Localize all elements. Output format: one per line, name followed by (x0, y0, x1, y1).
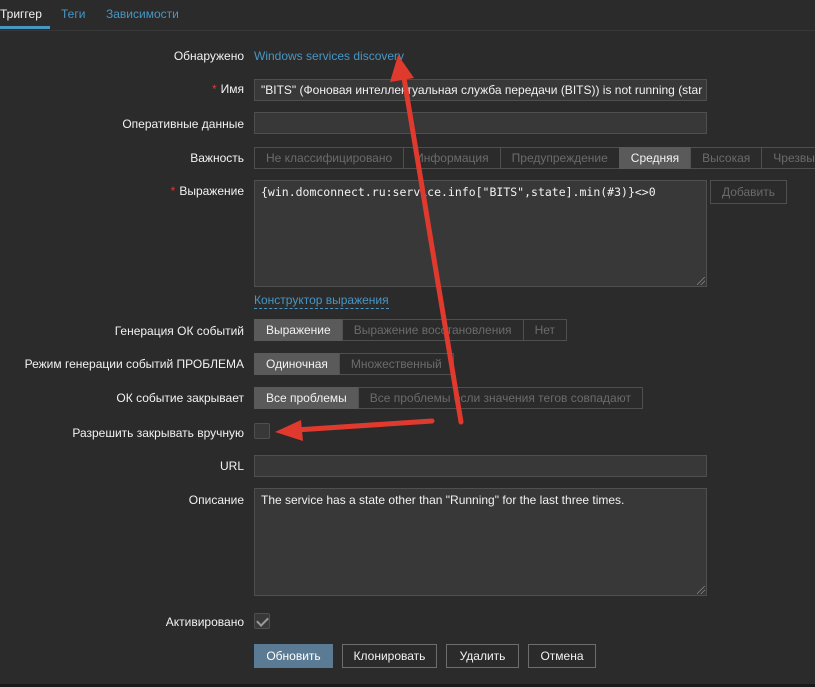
url-input[interactable] (254, 455, 707, 477)
description-value: The service has a state other than "Runn… (261, 493, 625, 507)
tab-dependencies[interactable]: Зависимости (106, 7, 179, 21)
checkmark-icon (256, 614, 269, 627)
ok-gen-expression[interactable]: Выражение (254, 319, 343, 341)
expression-textarea[interactable]: {win.domconnect.ru:service.info["BITS",s… (254, 180, 707, 287)
cancel-button[interactable]: Отмена (528, 644, 596, 668)
problem-mode-label: Режим генерации событий ПРОБЛЕМА (24, 357, 244, 371)
discovered-label: Обнаружено (173, 49, 244, 63)
opdata-label: Оперативные данные (122, 117, 244, 131)
severity-high[interactable]: Высокая (690, 147, 763, 169)
problem-mode-multiple[interactable]: Множественный (338, 353, 454, 375)
active-tab-indicator (0, 26, 50, 29)
clone-button[interactable]: Клонировать (342, 644, 437, 668)
manual-close-label: Разрешить закрывать вручную (72, 426, 244, 440)
severity-not-classified[interactable]: Не классифицировано (254, 147, 405, 169)
expression-constructor-link[interactable]: Конструктор выражения (254, 293, 389, 309)
annotation-arrow-left (275, 418, 435, 441)
name-input[interactable]: "BITS" (Фоновая интеллектуальная служба … (254, 79, 707, 101)
description-textarea[interactable]: The service has a state other than "Runn… (254, 488, 707, 596)
required-marker: * (211, 82, 217, 96)
description-label: Описание (188, 493, 244, 507)
resize-handle[interactable] (697, 586, 705, 594)
add-expression-button[interactable]: Добавить (710, 180, 787, 204)
enabled-checkbox[interactable] (254, 613, 270, 629)
manual-close-checkbox[interactable] (254, 423, 270, 439)
expression-label: * Выражение (171, 184, 244, 198)
severity-average[interactable]: Средняя (618, 147, 692, 169)
resize-handle[interactable] (697, 277, 705, 285)
severity-warning[interactable]: Предупреждение (499, 147, 620, 169)
expression-label-text: Выражение (179, 184, 244, 198)
tab-bar: Триггер Теги Зависимости (0, 0, 815, 31)
severity-label: Важность (190, 151, 244, 165)
ok-gen-recovery-expression[interactable]: Выражение восстановления (341, 319, 524, 341)
problem-mode-single[interactable]: Одиночная (254, 353, 340, 375)
ok-generation-label: Генерация ОК событий (114, 324, 244, 338)
severity-disaster[interactable]: Чрезвы (761, 147, 815, 169)
severity-information[interactable]: Информация (403, 147, 501, 169)
ok-closes-selector: Все проблемы Все проблемы если значения … (254, 387, 643, 409)
ok-gen-none[interactable]: Нет (522, 319, 567, 341)
url-label: URL (219, 459, 244, 473)
name-label: * Имя (212, 82, 244, 96)
problem-mode-selector: Одиночная Множественный (254, 353, 454, 375)
tab-tags[interactable]: Теги (61, 7, 85, 21)
ok-closes-all-problems[interactable]: Все проблемы (254, 387, 359, 409)
delete-button[interactable]: Удалить (446, 644, 519, 668)
name-label-text: Имя (220, 82, 244, 96)
enabled-label: Активировано (165, 615, 244, 629)
expression-value: {win.domconnect.ru:service.info["BITS",s… (261, 185, 656, 199)
ok-closes-label: ОК событие закрывает (116, 391, 244, 405)
required-marker: * (170, 184, 176, 198)
ok-generation-selector: Выражение Выражение восстановления Нет (254, 319, 567, 341)
discovery-rule-link[interactable]: Windows services discovery (254, 49, 404, 63)
update-button[interactable]: Обновить (254, 644, 333, 668)
tab-trigger[interactable]: Триггер (0, 7, 42, 21)
opdata-input[interactable] (254, 112, 707, 134)
ok-closes-tag-match[interactable]: Все проблемы если значения тегов совпада… (357, 387, 643, 409)
severity-selector: Не классифицировано Информация Предупреж… (254, 147, 815, 169)
